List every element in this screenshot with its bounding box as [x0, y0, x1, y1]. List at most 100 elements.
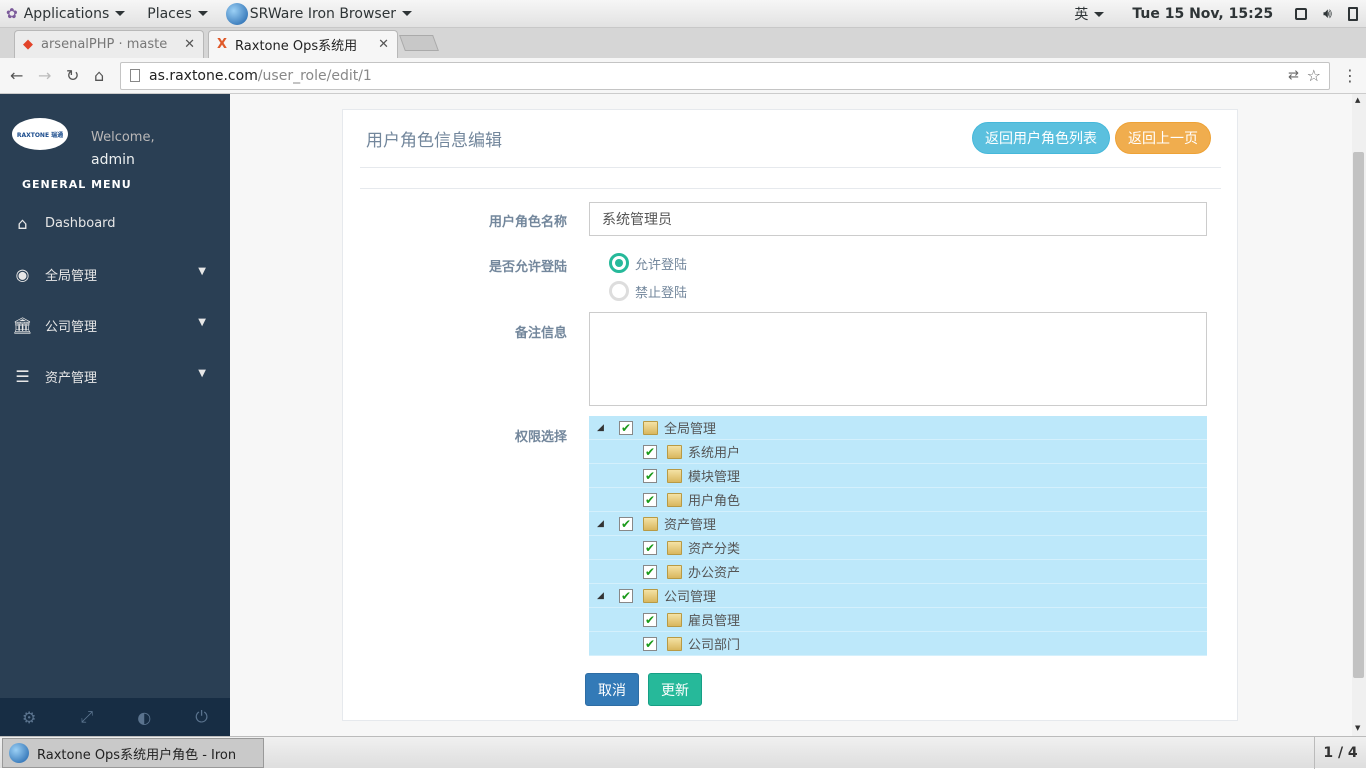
tree-node[interactable]: ✔ 资产分类	[589, 536, 1207, 560]
scrollbar-thumb[interactable]	[1353, 152, 1364, 678]
tree-node-label[interactable]: 模块管理	[688, 466, 740, 485]
tab-title: arsenalPHP · maste	[41, 37, 168, 52]
input-method-indicator[interactable]: 英	[1068, 0, 1110, 28]
list-icon: ☰	[15, 366, 30, 386]
reload-icon[interactable]: ↻	[66, 66, 79, 85]
sidebar-item-label: 全局管理	[45, 268, 98, 284]
ime-label: 英	[1074, 7, 1089, 23]
folder-icon	[667, 636, 682, 651]
company-logo: RAXTONE 瑞通	[12, 118, 68, 150]
tree-node[interactable]: ✔ 雇员管理	[589, 608, 1207, 632]
forward-icon[interactable]: →	[38, 66, 51, 85]
chevron-down-icon: ▼	[198, 317, 206, 328]
folder-icon	[643, 516, 658, 531]
tree-node-label[interactable]: 资产管理	[664, 514, 716, 533]
tree-checkbox[interactable]: ✔	[643, 444, 657, 459]
tab-arsenalphp[interactable]: ◆ arsenalPHP · maste ✕	[14, 30, 204, 58]
tree-node[interactable]: ◢ ✔ 公司管理	[589, 584, 1207, 608]
tree-node[interactable]: ◢ ✔ 资产管理	[589, 512, 1207, 536]
tree-node-label[interactable]: 公司部门	[688, 634, 740, 653]
tree-node-label[interactable]: 公司管理	[664, 586, 716, 605]
divider	[360, 167, 1221, 168]
tree-checkbox[interactable]: ✔	[619, 420, 633, 435]
tree-node-label[interactable]: 雇员管理	[688, 610, 740, 629]
taskbar-window-button[interactable]: Raxtone Ops系统用户角色 - Iron	[2, 738, 264, 768]
update-button[interactable]: 更新	[648, 673, 702, 706]
settings-icon[interactable]: ⚙	[22, 708, 36, 727]
translate-icon[interactable]: ⇄	[1288, 68, 1299, 83]
tree-checkbox[interactable]: ✔	[643, 468, 657, 483]
main-content: 用户角色信息编辑 返回用户角色列表 返回上一页 用户角色名称 系统管理员 是否允…	[230, 94, 1352, 736]
clock[interactable]: Tue 15 Nov, 15:25	[1126, 0, 1279, 28]
menu-icon[interactable]: ⋮	[1342, 66, 1358, 85]
chevron-down-icon	[402, 11, 413, 16]
window-icon[interactable]	[1295, 8, 1308, 20]
scroll-up-icon[interactable]: ▲	[1355, 96, 1360, 104]
tree-checkbox[interactable]: ✔	[619, 588, 633, 603]
username: admin	[91, 152, 135, 168]
folder-icon	[667, 444, 682, 459]
lock-eye-icon[interactable]: ◐	[137, 708, 151, 727]
back-icon[interactable]: ←	[10, 66, 23, 85]
places-menu[interactable]: Places	[141, 0, 214, 28]
remark-textarea[interactable]	[589, 312, 1207, 406]
tree-node-label[interactable]: 资产分类	[688, 538, 740, 557]
scroll-down-icon[interactable]: ▼	[1355, 724, 1360, 732]
tree-node-label[interactable]: 全局管理	[664, 418, 716, 437]
page-icon	[130, 69, 140, 82]
cancel-button[interactable]: 取消	[585, 673, 639, 706]
app-menu[interactable]: SRWare Iron Browser	[220, 0, 418, 28]
fullscreen-icon[interactable]: ⤢	[80, 707, 93, 727]
tree-node-label[interactable]: 办公资产	[688, 562, 740, 581]
tree-toggle-icon[interactable]: ◢	[597, 519, 604, 529]
tree-checkbox[interactable]: ✔	[643, 492, 657, 507]
tree-node[interactable]: ◢ ✔ 全局管理	[589, 416, 1207, 440]
tree-checkbox[interactable]: ✔	[643, 540, 657, 555]
radio-deny-login[interactable]: 禁止登陆	[609, 281, 687, 301]
tree-node[interactable]: ✔ 模块管理	[589, 464, 1207, 488]
home-icon[interactable]: ⌂	[94, 66, 104, 85]
page-title: 用户角色信息编辑	[366, 131, 502, 151]
address-bar[interactable]: as.raxtone.com/user_role/edit/1 ⇄ ☆	[120, 62, 1330, 90]
new-tab-button[interactable]	[399, 35, 439, 51]
tree-checkbox[interactable]: ✔	[619, 516, 633, 531]
welcome-text: Welcome,	[91, 130, 155, 145]
close-icon[interactable]: ✕	[184, 37, 195, 52]
close-icon[interactable]: ✕	[378, 37, 389, 52]
back-to-list-button[interactable]: 返回用户角色列表	[972, 122, 1110, 154]
sidebar-item-assets[interactable]: ☰ 资产管理 ▼	[0, 356, 230, 396]
sidebar-item-global[interactable]: ◉ 全局管理 ▼	[0, 254, 230, 294]
bookmark-star-icon[interactable]: ☆	[1307, 66, 1321, 85]
volume-icon[interactable]: 🔊︎	[1323, 6, 1332, 22]
sidebar-item-company[interactable]: 🏛︎ 公司管理 ▼	[0, 305, 230, 345]
sidebar-item-label: 公司管理	[45, 319, 98, 335]
tree-toggle-icon[interactable]: ◢	[597, 591, 604, 601]
radio-label: 禁止登陆	[635, 285, 688, 301]
tree-checkbox[interactable]: ✔	[643, 564, 657, 579]
page-scrollbar[interactable]: ▲ ▼	[1352, 94, 1366, 736]
tree-node[interactable]: ✔ 系统用户	[589, 440, 1207, 464]
tree-node[interactable]: ✔ 办公资产	[589, 560, 1207, 584]
tree-toggle-icon[interactable]: ◢	[597, 423, 604, 433]
applications-menu[interactable]: ✿ Applications	[0, 0, 131, 28]
window-list-bar: Raxtone Ops系统用户角色 - Iron 1 / 4	[0, 736, 1366, 769]
battery-icon[interactable]	[1348, 7, 1358, 21]
tree-node-label[interactable]: 系统用户	[688, 442, 740, 461]
role-name-input[interactable]: 系统管理员	[589, 202, 1207, 236]
chevron-down-icon	[115, 11, 126, 16]
system-top-bar: ✿ Applications Places SRWare Iron Browse…	[0, 0, 1366, 28]
radio-allow-login[interactable]: 允许登陆	[609, 253, 687, 273]
tree-node[interactable]: ✔ 公司部门	[589, 632, 1207, 656]
tree-node-label[interactable]: 用户角色	[688, 490, 740, 509]
chevron-down-icon	[1094, 11, 1105, 17]
tree-checkbox[interactable]: ✔	[643, 636, 657, 651]
back-prev-button[interactable]: 返回上一页	[1115, 122, 1211, 154]
bank-icon: 🏛︎	[12, 315, 33, 335]
tab-raxtone[interactable]: X Raxtone Ops系统用 ✕	[208, 30, 398, 58]
tree-checkbox[interactable]: ✔	[643, 612, 657, 627]
workspace-indicator[interactable]: 1 / 4	[1314, 737, 1366, 769]
radio-checked-icon	[609, 253, 629, 273]
sidebar-item-dashboard[interactable]: ⌂ Dashboard	[0, 203, 230, 243]
tree-node[interactable]: ✔ 用户角色	[589, 488, 1207, 512]
power-icon[interactable]: ⏻	[195, 707, 208, 727]
